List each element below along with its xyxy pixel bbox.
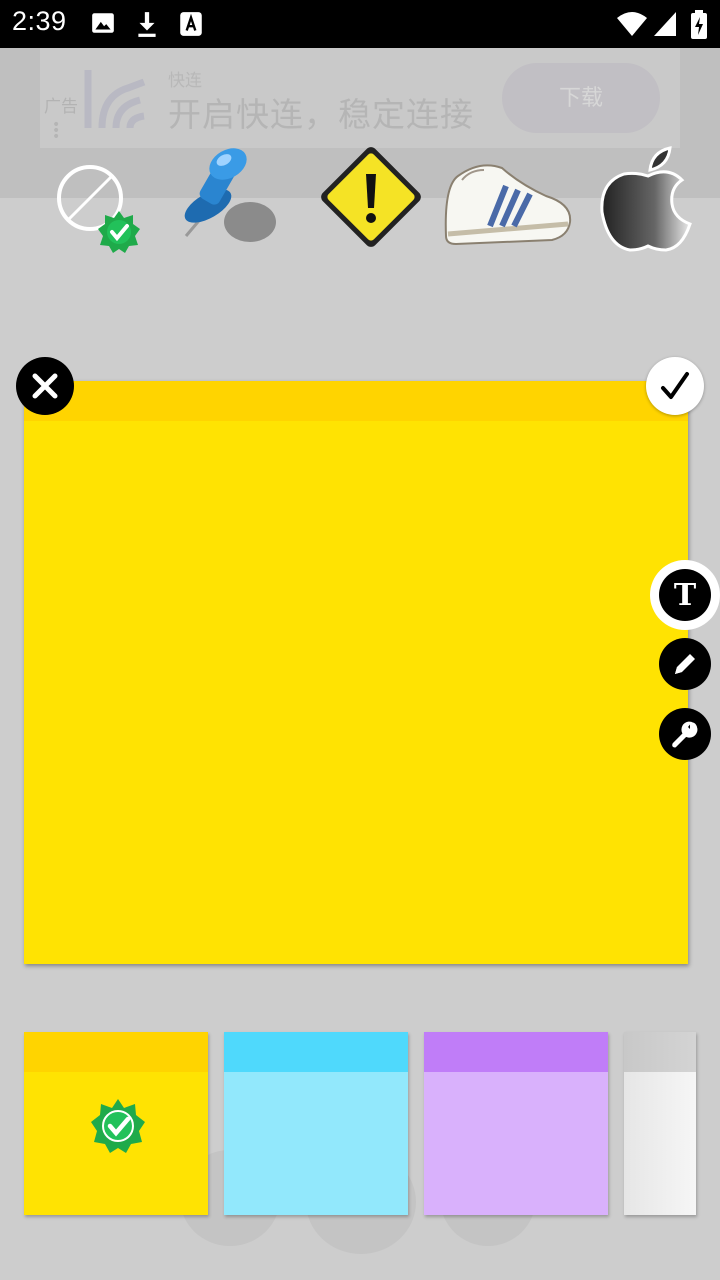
warning-sign-icon	[321, 147, 421, 247]
apple-logo-icon	[600, 146, 692, 252]
close-button[interactable]	[16, 357, 74, 415]
pencil-icon	[675, 654, 695, 674]
draw-tool-button[interactable]	[659, 638, 711, 690]
selected-badge-icon	[91, 1099, 145, 1153]
accessibility-icon	[180, 12, 202, 36]
sticker-none[interactable]	[54, 164, 144, 258]
sticker-apple[interactable]	[598, 146, 698, 262]
battery-charging-icon	[691, 10, 707, 39]
sneaker-icon	[444, 164, 572, 246]
status-time: 2:39	[12, 6, 67, 36]
signal-icon	[654, 12, 676, 36]
swatch-header	[424, 1032, 608, 1072]
color-swatch-yellow[interactable]	[24, 1032, 208, 1215]
status-bar: 2:39	[0, 0, 720, 48]
wrench-icon	[672, 721, 698, 748]
swatch-body	[424, 1072, 608, 1215]
text-tool-icon: T	[659, 569, 711, 621]
image-icon	[92, 13, 114, 33]
swatch-body	[624, 1072, 696, 1215]
sticker-sneaker[interactable]	[440, 156, 576, 252]
ad-headline: 开启快连，稳定连接	[168, 96, 474, 133]
confirm-button[interactable]	[646, 357, 704, 415]
pushpin-icon	[184, 148, 276, 242]
download-icon	[138, 12, 156, 37]
sticky-note-canvas[interactable]	[24, 381, 688, 964]
sticker-pushpin[interactable]	[168, 140, 283, 259]
color-swatch-gray[interactable]	[624, 1032, 696, 1215]
wifi-icon	[617, 12, 647, 36]
sticky-note-header	[24, 381, 688, 421]
swatch-body	[224, 1072, 408, 1215]
text-tool-button[interactable]: T	[650, 560, 720, 630]
selected-badge-icon	[98, 211, 140, 253]
swatch-header	[24, 1032, 208, 1072]
ad-menu-icon[interactable]: • • •	[52, 118, 60, 144]
sticker-warning[interactable]	[312, 138, 428, 260]
ad-download-button[interactable]: 下载	[502, 63, 660, 133]
swatch-header	[224, 1032, 408, 1072]
swatch-header	[624, 1032, 696, 1072]
color-swatch-blue[interactable]	[224, 1032, 408, 1215]
ad-logo-icon	[84, 70, 146, 129]
ad-tag: 广告	[44, 97, 78, 116]
checkmark-icon	[661, 372, 689, 399]
ad-banner[interactable]: 广告 快连 开启快连，稳定连接 下载 • • •	[40, 48, 680, 148]
settings-tool-button[interactable]	[659, 708, 711, 760]
color-swatch-purple[interactable]	[424, 1032, 608, 1215]
close-icon	[32, 373, 58, 399]
no-sticker-icon	[57, 165, 140, 253]
